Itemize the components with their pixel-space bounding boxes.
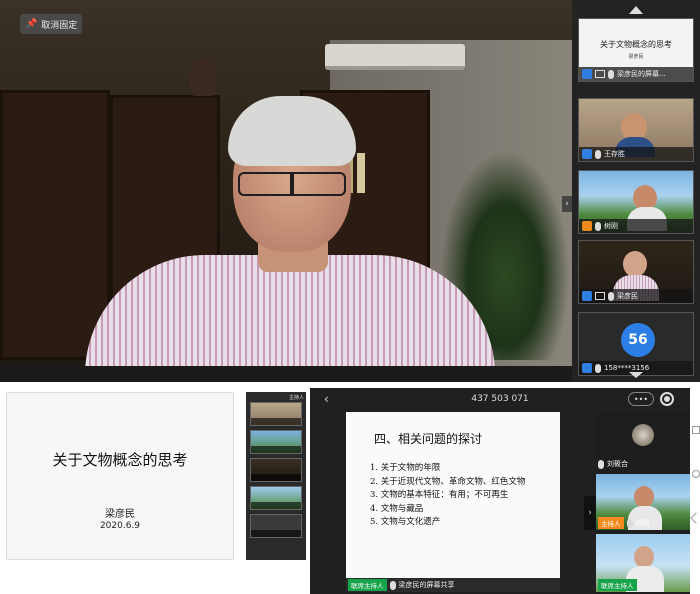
slide-title: 四、相关问题的探讨 — [374, 432, 483, 446]
participant-tile[interactable]: 主持人 树刚 — [596, 474, 690, 530]
participant-face — [623, 251, 647, 277]
meeting-body: 四、相关问题的探讨 1. 关于文物的年限 2. 关于近现代文物、革命文物、红色文… — [310, 410, 690, 594]
participant-name: 刘筱合 — [607, 460, 628, 468]
participant-tile[interactable]: 联席主持人 — [596, 534, 690, 592]
meeting-window-bottom-right: ‹ 437 503 071 ••• 四、相关问题的探讨 1. 关于文物的年限 2… — [308, 386, 700, 594]
unpin-label: 取消固定 — [41, 20, 78, 31]
user-icon — [582, 291, 592, 301]
square-icon[interactable] — [692, 426, 700, 434]
mic-icon — [389, 580, 396, 590]
participant-name: 王存胜 — [604, 150, 625, 158]
list-item: 1. 关于文物的年限 — [370, 463, 441, 473]
mic-icon — [598, 459, 604, 469]
list-item: 2. 关于近现代文物、革命文物、红色文物 — [370, 476, 526, 487]
avatar: 56 — [621, 323, 655, 357]
participant-name: 158****3156 — [604, 364, 650, 372]
circle-icon[interactable] — [692, 470, 700, 478]
tile-bar: 王存胜 — [579, 147, 693, 161]
bookshelf-left — [0, 90, 110, 360]
meeting-window-bottom-left: 关于文物概念的思考 梁彦民 2020.6.9 主持人 — [0, 386, 308, 594]
cohost-badge: 联席主持人 — [348, 579, 387, 591]
back-triangle-icon[interactable] — [690, 512, 700, 524]
tile-name: 联席主持人 — [598, 579, 637, 591]
participant-tile[interactable]: 56 158****3156 — [578, 312, 694, 376]
scroll-up-icon[interactable] — [629, 6, 643, 14]
chevron-right-icon: › — [565, 199, 569, 209]
tile-bar: 树刚 — [579, 219, 693, 233]
chevron-right-icon: › — [588, 508, 592, 518]
participant-tile[interactable]: 刘筱合 — [596, 414, 690, 470]
tile-slide-sub: 梁彦民 — [628, 54, 644, 60]
scroll-down-icon[interactable] — [629, 372, 643, 378]
screen-share-icon — [595, 70, 605, 78]
record-icon[interactable] — [660, 392, 674, 406]
participant-strip: 主持人 — [246, 392, 306, 560]
participant-tile[interactable]: 树刚 — [578, 170, 694, 234]
unpin-button[interactable]: 📌 取消固定 — [20, 14, 82, 34]
collapse-strip-button[interactable]: › — [562, 196, 572, 212]
pin-icon: 📌 — [26, 19, 38, 29]
list-item: 5. 文物与文化遗产 — [370, 517, 441, 527]
user-icon — [582, 149, 592, 159]
shared-slide[interactable]: 关于文物概念的思考 梁彦民 2020.6.9 — [6, 392, 234, 560]
list-item: 4. 文物与藏品 — [370, 503, 424, 514]
mini-tile[interactable] — [250, 514, 302, 538]
mini-tile[interactable] — [250, 402, 302, 426]
screen-share-icon — [595, 292, 605, 300]
participant-face — [634, 546, 654, 568]
screen-share-bar: 联席主持人 梁彦民的屏幕共享 — [346, 578, 560, 592]
cohost-badge: 联席主持人 — [598, 579, 637, 591]
avatar — [632, 424, 654, 446]
participant-strip: 刘筱合 主持人 树刚 联席主持人 — [596, 412, 690, 594]
host-badge: 主持人 — [598, 517, 624, 529]
slide-list: 1. 关于文物的年限 2. 关于近现代文物、革命文物、红色文物 3. 文物的基本… — [370, 462, 556, 530]
vase — [190, 58, 216, 96]
mic-icon — [626, 518, 633, 528]
meeting-header: ‹ 437 503 071 ••• — [310, 388, 690, 410]
participant-tile-screen[interactable]: 关于文物概念的思考 梁彦民 梁彦民的屏幕... — [578, 18, 694, 82]
host-label: 主持人 — [288, 395, 304, 401]
participant-face — [634, 486, 654, 508]
participant-name: 树刚 — [635, 519, 650, 527]
slide-date: 2020.6.9 — [99, 521, 141, 531]
mic-icon — [595, 221, 601, 231]
tile-name: 刘筱合 — [598, 459, 628, 469]
user-icon — [582, 363, 592, 373]
expand-strip-button[interactable]: › — [584, 496, 596, 530]
shared-slide[interactable]: 四、相关问题的探讨 1. 关于文物的年限 2. 关于近现代文物、革命文物、红色文… — [346, 412, 560, 578]
list-item: 3. 文物的基本特征：有用；不可再生 — [370, 490, 509, 500]
mic-icon — [595, 363, 601, 373]
participant-tile[interactable]: 王存胜 — [578, 98, 694, 162]
tile-bar: 梁彦民 — [579, 289, 693, 303]
slide-title: 关于文物概念的思考 — [52, 451, 188, 469]
device-side-icons — [690, 426, 700, 546]
meeting-window-top: 📌 取消固定 › 关于文物概念的思考 梁彦民 梁彦民的屏幕... 王存胜 树刚 … — [0, 0, 700, 382]
tile-name: 主持人 树刚 — [598, 517, 650, 529]
air-conditioner — [325, 44, 465, 70]
participant-tile[interactable]: 梁彦民 — [578, 240, 694, 304]
mini-tile[interactable] — [250, 458, 302, 482]
mic-icon — [595, 149, 601, 159]
participant-strip: 关于文物概念的思考 梁彦民 梁彦民的屏幕... 王存胜 树刚 梁彦民 56 15… — [572, 0, 700, 382]
mini-tile[interactable] — [250, 486, 302, 510]
tile-slide-text: 关于文物概念的思考 — [600, 40, 672, 49]
host-icon — [582, 221, 592, 231]
host-icon — [582, 69, 592, 79]
participant-name: 梁彦民 — [617, 292, 638, 300]
more-options-button[interactable]: ••• — [628, 392, 654, 406]
participant-name: 梁彦民的屏幕... — [617, 70, 666, 78]
mic-icon — [608, 291, 614, 301]
speaker-glasses — [238, 172, 346, 196]
mic-icon — [608, 69, 614, 79]
tile-bar: 梁彦民的屏幕... — [579, 67, 693, 81]
main-video[interactable]: 📌 取消固定 › — [0, 0, 572, 366]
mini-tile[interactable] — [250, 430, 302, 454]
slide-author: 梁彦民 — [105, 509, 135, 520]
screen-share-label: 梁彦民的屏幕共享 — [398, 581, 455, 589]
participant-name: 树刚 — [604, 222, 618, 230]
